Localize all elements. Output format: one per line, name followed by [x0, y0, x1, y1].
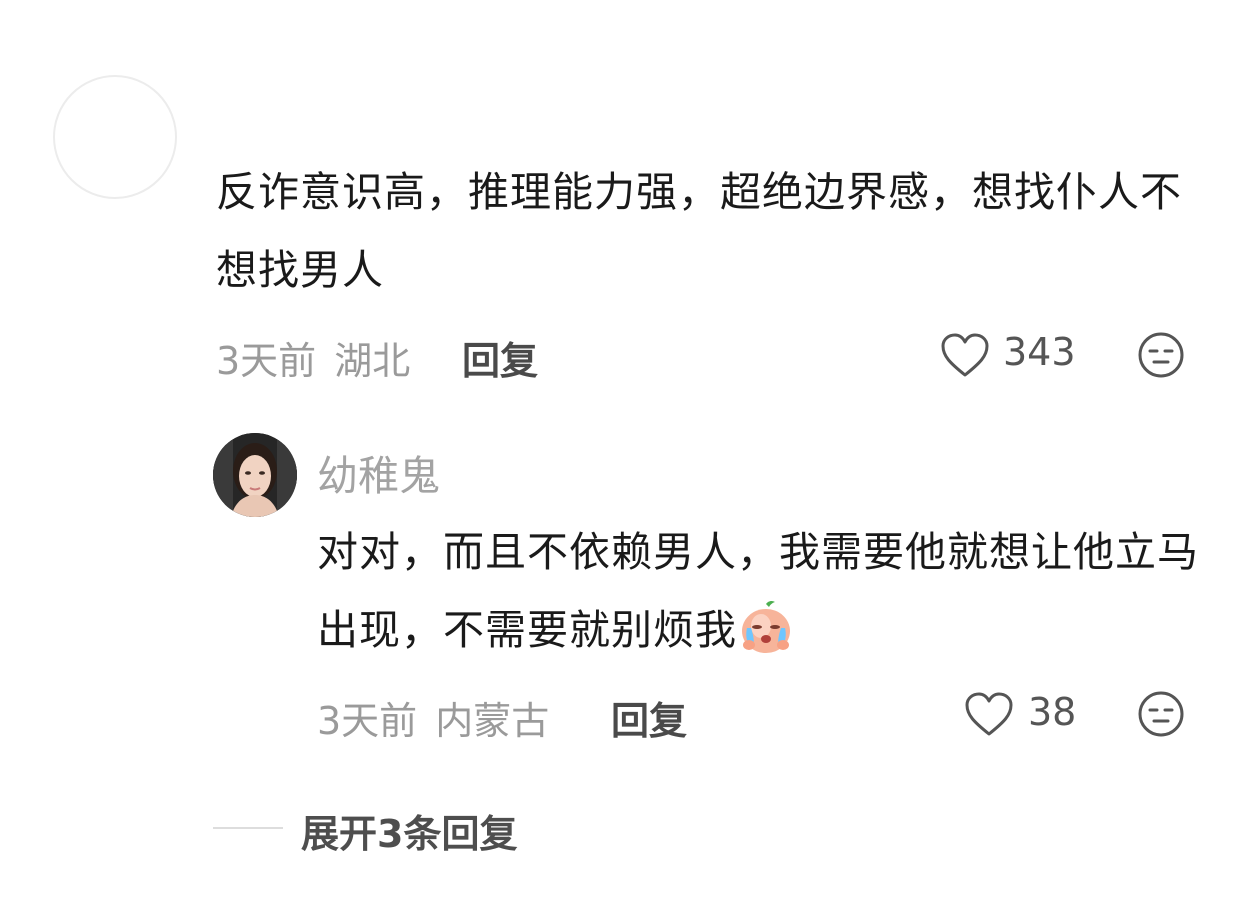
comment-text: 反诈意识高，推理能力强，超绝边界感，想找仆人不想找男人	[216, 168, 1182, 294]
comment-time: 3天前	[216, 339, 317, 383]
reply-location: 内蒙古	[435, 699, 550, 743]
reply-like-heart-icon[interactable]	[964, 690, 1014, 740]
reply-reply-button[interactable]: 回复	[611, 690, 687, 745]
like-heart-icon[interactable]	[940, 331, 990, 381]
expand-divider	[213, 827, 283, 829]
comment-reply-button[interactable]: 回复	[462, 330, 538, 385]
reply-text: 对对，而且不依赖男人，我需要他就想让他立马出现，不需要就别烦我	[317, 513, 1217, 669]
reply-dislike-face-icon[interactable]	[1137, 690, 1185, 738]
commenter-avatar[interactable]	[53, 75, 177, 199]
expand-replies-button[interactable]: 展开3条回复	[301, 803, 517, 858]
crying-peach-emoji-icon	[737, 598, 795, 656]
reply-meta: 3天前 内蒙古	[317, 690, 549, 745]
comment-location: 湖北	[334, 339, 411, 383]
dislike-face-icon[interactable]	[1137, 331, 1185, 379]
reply-time: 3天前	[317, 699, 418, 743]
reply-username[interactable]: 幼稚鬼	[317, 442, 440, 502]
reply-like-count: 38	[1028, 690, 1077, 734]
reply-avatar[interactable]	[213, 433, 297, 517]
comment-meta: 3天前 湖北	[216, 330, 410, 385]
comment-like-count: 343	[1003, 330, 1076, 374]
